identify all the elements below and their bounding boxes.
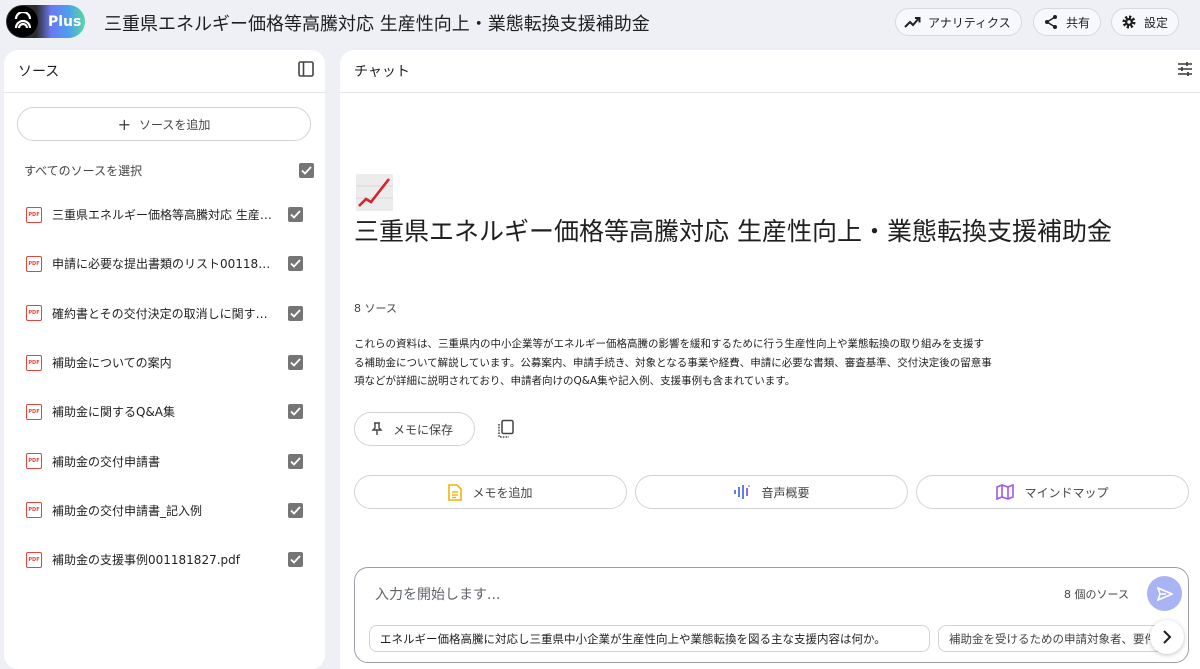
notebook-logo-icon: [7, 6, 38, 37]
source-item[interactable]: PDF 申請に必要な提出書類のリスト001181826.pdf: [4, 239, 325, 288]
source-item[interactable]: PDF 補助金の交付申請書: [4, 436, 325, 485]
chart-increasing-emoji-icon: [356, 174, 393, 211]
analytics-button[interactable]: アナリティクス: [895, 8, 1022, 36]
chevron-right-icon: [1163, 630, 1172, 644]
notebook-heading: 三重県エネルギー価格等高騰対応 生産性向上・業態転換支援補助金: [354, 217, 1112, 246]
copy-icon[interactable]: [495, 418, 517, 440]
source-count: 8 ソース: [354, 302, 397, 315]
pdf-file-icon: PDF: [26, 255, 42, 272]
audio-overview-label: 音声概要: [761, 485, 810, 500]
source-item-checkbox[interactable]: [288, 552, 303, 568]
pdf-file-icon: PDF: [26, 502, 42, 519]
audio-overview-button[interactable]: 音声概要: [635, 475, 908, 509]
source-item[interactable]: PDF 補助金の交付申請書_記入例: [4, 486, 325, 535]
add-source-label: ソースを追加: [139, 117, 211, 132]
source-item-name: 申請に必要な提出書類のリスト001181826.pdf: [52, 257, 288, 272]
pdf-file-icon: PDF: [26, 551, 42, 568]
source-item[interactable]: PDF 三重県エネルギー価格等高騰対応 生産性向上・業態転換支援補助金: [4, 190, 325, 239]
pdf-file-icon: PDF: [26, 354, 42, 371]
source-item-checkbox[interactable]: [288, 305, 303, 321]
sources-title: ソース: [18, 64, 60, 80]
audio-waveform-icon: [733, 484, 751, 500]
notebook-summary: これらの資料は、三重県内の中小企業等がエネルギー価格高騰の影響を緩和するために行…: [354, 338, 992, 387]
source-item-checkbox[interactable]: [288, 502, 303, 518]
source-item[interactable]: PDF 補助金についての案内: [4, 338, 325, 387]
notebook-title[interactable]: 三重県エネルギー価格等高騰対応 生産性向上・業態転換支援補助金: [104, 10, 650, 36]
send-icon: [1156, 586, 1173, 601]
app-logo[interactable]: Plus: [6, 5, 85, 38]
source-item-checkbox[interactable]: [288, 256, 303, 272]
mind-map-button[interactable]: マインドマップ: [916, 475, 1189, 509]
note-icon: [448, 483, 463, 501]
add-memo-label: メモを追加: [472, 485, 533, 500]
save-to-memo-label: メモに保存: [393, 422, 454, 437]
pin-icon: [371, 422, 383, 436]
add-source-button[interactable]: + ソースを追加: [17, 107, 311, 141]
source-item-name: 補助金に関するQ&A集: [52, 405, 176, 420]
plus-icon: +: [117, 114, 131, 134]
pdf-file-icon: PDF: [26, 453, 42, 470]
source-item[interactable]: PDF 補助金に関するQ&A集: [4, 387, 325, 436]
source-list: PDF 三重県エネルギー価格等高騰対応 生産性向上・業態転換支援補助金 PDF 申請に…: [4, 190, 325, 584]
add-memo-button[interactable]: メモを追加: [354, 475, 627, 509]
source-item-checkbox[interactable]: [288, 355, 303, 371]
map-icon: [996, 484, 1015, 500]
send-button[interactable]: [1147, 576, 1182, 611]
suggestion-chip-1[interactable]: エネルギー価格高騰に対応し三重県中小企業が生産性向上や業態転換を図る主な支援内容…: [369, 625, 930, 652]
save-to-memo-button[interactable]: メモに保存: [354, 412, 475, 446]
share-button[interactable]: 共有: [1033, 8, 1102, 36]
source-item-name: 補助金についての案内: [52, 356, 172, 371]
top-bar: Plus 三重県エネルギー価格等高騰対応 生産性向上・業態転換支援補助金 アナリ…: [0, 0, 1200, 44]
chat-input-placeholder[interactable]: 入力を開始します...: [375, 584, 500, 604]
chat-panel: チャット 三重県エネルギー価格等高騰対応 生産性向上・業態転換支援補助金 8 ソ…: [340, 50, 1200, 669]
settings-label: 設定: [1144, 15, 1169, 30]
tune-settings-icon[interactable]: [1176, 60, 1194, 82]
share-label: 共有: [1066, 15, 1091, 30]
input-source-count: 8 個のソース: [1064, 588, 1129, 601]
mind-map-label: マインドマップ: [1024, 485, 1109, 500]
source-item-checkbox[interactable]: [288, 207, 303, 223]
chat-title-label: チャット: [354, 64, 410, 80]
settings-button[interactable]: 設定: [1111, 8, 1180, 36]
analytics-label: アナリティクス: [928, 15, 1011, 30]
source-item-name: 補助金の交付申請書_記入例: [52, 503, 203, 518]
select-all-label: すべてのソースを選択: [24, 164, 143, 178]
source-item-name: 三重県エネルギー価格等高騰対応 生産性向上・業態転換支援補助金: [52, 208, 288, 223]
next-suggestions-button[interactable]: [1150, 620, 1184, 654]
source-item-checkbox[interactable]: [288, 404, 303, 420]
sources-header: ソース: [4, 50, 325, 93]
collapse-panel-icon[interactable]: [297, 60, 315, 82]
chat-input-box[interactable]: 入力を開始します... 8 個のソース エネルギー価格高騰に対応し三重県中小企業…: [354, 567, 1189, 663]
pdf-file-icon: PDF: [26, 206, 42, 223]
select-all-checkbox[interactable]: [299, 163, 314, 178]
suggestion-chip-2[interactable]: 補助金を受けるための申請対象者、要件: [938, 625, 1168, 652]
pdf-file-icon: PDF: [26, 305, 42, 322]
select-all-row: すべてのソースを選択: [24, 162, 314, 179]
source-item[interactable]: PDF 補助金の支援事例001181827.pdf: [4, 535, 325, 584]
source-item-name: 補助金の支援事例001181827.pdf: [52, 553, 240, 568]
trending-up-icon: [904, 13, 922, 31]
source-item[interactable]: PDF 確約書とその交付決定の取消しに関する同意書: [4, 289, 325, 338]
sources-panel: ソース + ソースを追加 すべてのソースを選択 PDF 三重県エネルギー価格等高騰…: [4, 50, 325, 669]
source-item-checkbox[interactable]: [288, 453, 303, 469]
source-item-name: 補助金の交付申請書: [52, 454, 161, 469]
chat-header: チャット: [340, 50, 1200, 93]
source-item-name: 確約書とその交付決定の取消しに関する同意書: [52, 306, 288, 321]
pdf-file-icon: PDF: [26, 403, 42, 420]
gear-icon: [1120, 13, 1138, 31]
plan-badge: Plus: [48, 13, 82, 30]
share-icon: [1042, 13, 1060, 31]
